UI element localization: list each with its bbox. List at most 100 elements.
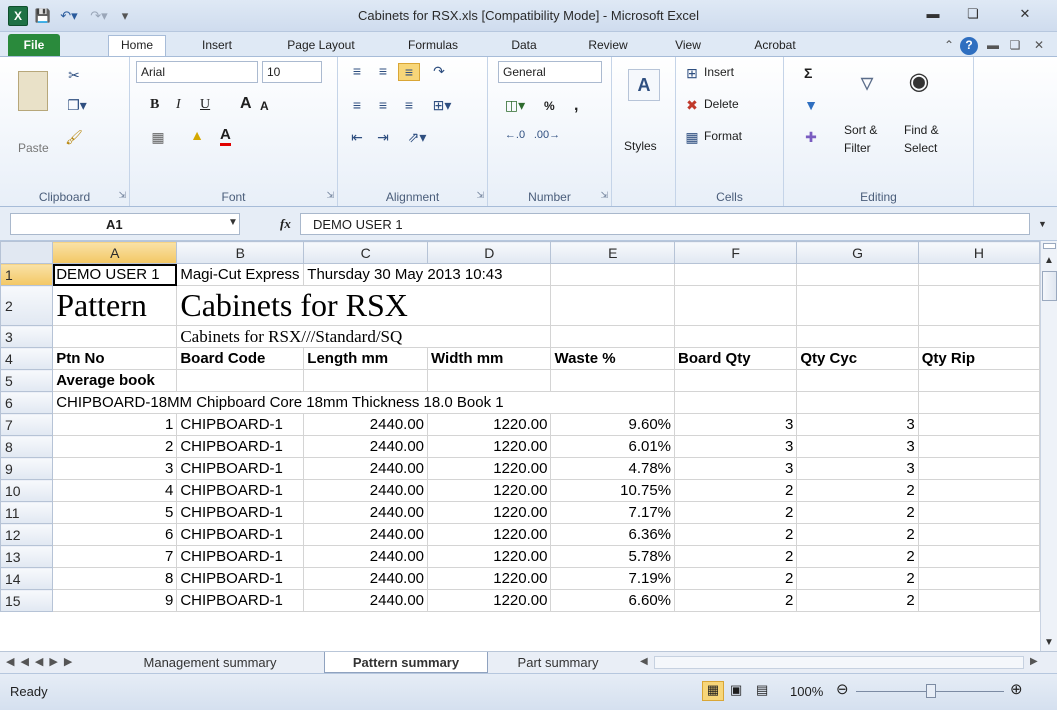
cell[interactable]: 1220.00 [427,457,552,480]
tab-file[interactable]: File [8,34,60,56]
cell[interactable]: 2440.00 [303,457,429,480]
column-header-d[interactable]: D [427,241,552,264]
cell[interactable]: 3 [796,457,919,480]
delete-cells-button[interactable]: Delete [704,97,739,111]
zoom-level[interactable]: 100% [790,684,823,699]
cell[interactable]: 6.60% [550,589,676,612]
cell[interactable]: Pattern [52,285,178,326]
fill-color-icon[interactable]: ▲ [186,127,208,143]
cell[interactable]: 1220.00 [427,413,552,436]
restore-icon[interactable]: ❏ [958,6,988,26]
wrap-text-icon[interactable]: ↷ [428,63,450,80]
cell[interactable]: 5.78% [550,545,676,568]
cell[interactable] [550,263,676,286]
column-header-h[interactable]: H [917,241,1040,264]
cell[interactable] [917,413,1040,436]
cell[interactable]: 2 [796,501,919,524]
cell[interactable]: 3 [674,435,798,458]
cell[interactable]: 2 [674,501,798,524]
paste-icon[interactable] [18,71,48,111]
cell[interactable]: Board Qty [674,347,798,370]
cell[interactable] [917,523,1040,546]
styles-label[interactable]: Styles [624,139,657,153]
horizontal-scrollbar[interactable] [654,656,1024,669]
cell[interactable]: CHIPBOARD-1 [176,589,305,612]
zoom-in-icon[interactable]: ⊕ [1010,680,1023,698]
cell[interactable]: 9.60% [550,413,676,436]
cell[interactable] [917,479,1040,502]
alignment-launcher-icon[interactable]: ⇲ [476,190,484,201]
formula-input[interactable]: DEMO USER 1 [300,213,1030,235]
help-icon[interactable]: ? [960,37,978,55]
cell[interactable]: 3 [796,435,919,458]
cell[interactable] [796,263,919,286]
center-icon[interactable]: ≡ [372,97,394,113]
name-box-dropdown-icon[interactable]: ▼ [228,217,238,228]
tab-review[interactable]: Review [580,36,636,56]
cell[interactable]: 2 [796,523,919,546]
cell[interactable] [917,567,1040,590]
expand-formula-bar-icon[interactable]: ▼ [1038,219,1047,229]
insert-cells-button[interactable]: Insert [704,65,734,79]
cell[interactable]: Qty Rip [917,347,1040,370]
cell[interactable]: Average book [52,369,178,392]
cell[interactable]: 1220.00 [427,435,552,458]
cell[interactable] [917,435,1040,458]
cell[interactable]: Cabinets for RSX///Standard/SQ [176,325,552,348]
row-header[interactable]: 4 [0,347,54,370]
cell[interactable] [674,263,798,286]
select-all-corner[interactable] [0,241,54,264]
tab-formulas[interactable]: Formulas [398,36,468,56]
row-header[interactable]: 11 [0,501,54,524]
cell[interactable] [674,369,798,392]
row-header[interactable]: 9 [0,457,54,480]
zoom-slider-thumb[interactable] [926,684,936,698]
number-format-select[interactable]: General [498,61,602,83]
column-header-c[interactable]: C [303,241,429,264]
cell[interactable] [917,325,1040,348]
cut-icon[interactable]: ✂ [64,67,84,84]
cell[interactable]: 2 [674,567,798,590]
cell[interactable] [917,391,1040,414]
tab-data[interactable]: Data [504,36,544,56]
cell[interactable]: 2 [674,479,798,502]
cell[interactable]: CHIPBOARD-1 [176,567,305,590]
cell[interactable] [796,369,919,392]
cell[interactable] [674,325,798,348]
orientation-icon[interactable]: ⇗▾ [402,129,432,146]
tab-home[interactable]: Home [108,35,166,57]
increase-indent-icon[interactable]: ⇥ [372,129,394,146]
workbook-close-icon[interactable]: ✕ [1030,36,1048,56]
cell[interactable] [52,325,178,348]
shrink-font-button[interactable]: A [260,99,269,113]
cell[interactable]: 3 [52,457,178,480]
styles-icon[interactable]: A [628,69,660,101]
cell[interactable]: 3 [674,413,798,436]
sheet-tab-pattern-summary[interactable]: Pattern summary [324,652,488,673]
format-painter-icon[interactable]: 🖌 [64,129,84,146]
cell[interactable]: 2 [674,523,798,546]
column-header-e[interactable]: E [550,241,676,264]
tab-view[interactable]: View [668,36,708,56]
format-cells-button[interactable]: Format [704,129,742,143]
copy-icon[interactable]: ❐▾ [64,97,90,114]
cell[interactable]: CHIPBOARD-1 [176,413,305,436]
decrease-indent-icon[interactable]: ⇤ [346,129,368,146]
row-header[interactable]: 15 [0,589,54,612]
cell[interactable]: CHIPBOARD-1 [176,435,305,458]
cell[interactable]: 2440.00 [303,567,429,590]
number-launcher-icon[interactable]: ⇲ [600,190,608,201]
cell[interactable]: 2440.00 [303,545,429,568]
autosum-button[interactable]: Σ [804,65,812,81]
page-layout-view-icon[interactable]: ▣ [730,682,742,698]
cell[interactable]: 2440.00 [303,479,429,502]
cell[interactable]: DEMO USER 1 [52,263,178,286]
cell[interactable]: 2 [796,479,919,502]
find-label[interactable]: Find & [904,123,939,137]
sheet-tab-management-summary[interactable]: Management summary [118,652,302,673]
binoculars-icon[interactable]: ◉ [902,67,936,103]
cell[interactable]: 2440.00 [303,523,429,546]
comma-button[interactable]: , [574,97,578,115]
cell[interactable]: 1220.00 [427,567,552,590]
cell[interactable]: 2440.00 [303,589,429,612]
